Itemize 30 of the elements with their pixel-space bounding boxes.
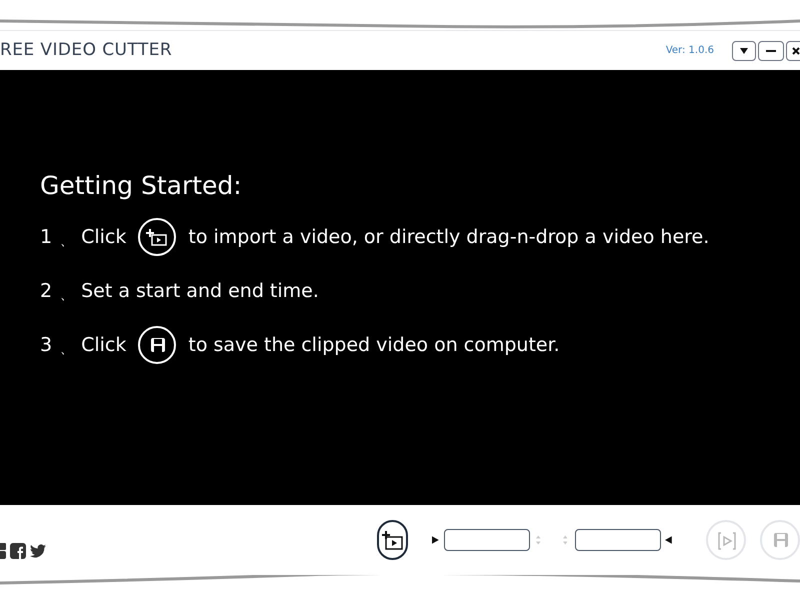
- twitter-icon: [30, 544, 46, 558]
- step-text: Click: [81, 332, 126, 358]
- film-add-icon: [146, 226, 168, 248]
- step-separator: 、: [60, 233, 74, 252]
- spinner-icon: [562, 533, 568, 547]
- caret-icon: [740, 48, 748, 54]
- step-text: Click: [81, 224, 126, 250]
- step-number: 2: [40, 278, 52, 304]
- film-add-icon: [382, 530, 404, 550]
- step-separator: 、: [60, 287, 74, 306]
- step-number: 1: [40, 224, 52, 250]
- close-icon: [792, 46, 800, 54]
- guide-heading: Getting Started:: [40, 170, 242, 202]
- version-label: Ver: 1.0.6: [666, 44, 714, 58]
- play-marker-icon: [432, 535, 440, 545]
- end-time-field[interactable]: [575, 529, 662, 551]
- step-number: 3: [40, 332, 52, 358]
- end-marker-icon: [665, 535, 672, 545]
- minimize-button[interactable]: [758, 40, 784, 60]
- window-title: REE VIDEO CUTTER: [0, 38, 172, 62]
- step-text: to save the clipped video on computer.: [188, 332, 560, 358]
- step-separator: 、: [60, 341, 74, 360]
- import-button[interactable]: [377, 520, 408, 560]
- step-text: to import a video, or directly drag-n-drop a video here.: [188, 224, 710, 250]
- dropdown-button[interactable]: [732, 40, 756, 60]
- facebook-icon: [10, 543, 26, 559]
- spinner-icon: [536, 533, 541, 547]
- minimize-icon: [766, 50, 776, 52]
- start-time-field[interactable]: [444, 529, 530, 551]
- step-text: Set a start and end time.: [81, 278, 319, 304]
